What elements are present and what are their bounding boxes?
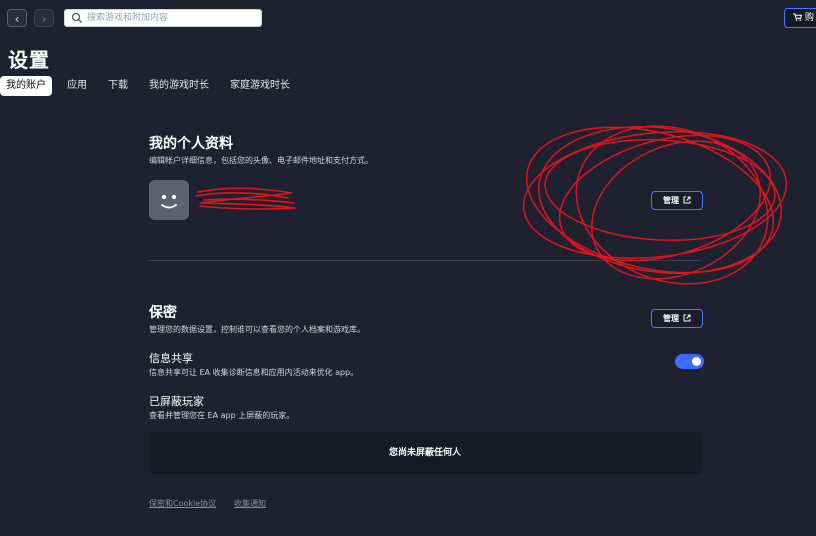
search-icon — [71, 12, 82, 23]
section-divider — [149, 260, 701, 261]
privacy-description: 管理您的数据设置，控制谁可以查看您的个人档案和游戏库。 — [149, 325, 365, 334]
profile-title: 我的个人资料 — [149, 136, 233, 152]
chevron-right-icon: › — [41, 12, 47, 26]
info-sharing-toggle[interactable] — [675, 354, 704, 369]
tab-downloads[interactable]: 下载 — [108, 76, 128, 96]
avatar-face-icon — [161, 194, 177, 209]
tab-app[interactable]: 应用 — [67, 76, 87, 96]
privacy-manage-button[interactable]: 管理 — [651, 309, 703, 328]
avatar[interactable] — [149, 180, 189, 220]
external-link-icon — [683, 314, 691, 322]
toggle-knob — [692, 357, 701, 366]
tab-my-playtime[interactable]: 我的游戏时长 — [149, 76, 209, 96]
collection-notice-link[interactable]: 收集通知 — [234, 498, 266, 509]
tab-my-account[interactable]: 我的账户 — [0, 76, 52, 96]
external-link-icon — [683, 196, 691, 204]
blocked-players-title: 已屏蔽玩家 — [149, 395, 204, 408]
tab-family-playtime[interactable]: 家庭游戏时长 — [230, 76, 290, 96]
blocked-empty-text: 您尚未屏蔽任何人 — [388, 448, 461, 458]
store-button[interactable]: 购 — [784, 8, 816, 28]
chevron-left-icon: ‹ — [14, 12, 20, 26]
blocked-players-description: 查看并管理您在 EA app 上屏蔽的玩家。 — [149, 411, 295, 420]
info-sharing-title: 信息共享 — [149, 352, 193, 365]
back-button[interactable]: ‹ — [7, 9, 27, 27]
page-title: 设置 — [8, 48, 50, 72]
privacy-cookie-link[interactable]: 保密和Cookie协议 — [149, 498, 216, 509]
search-input[interactable] — [87, 11, 255, 25]
profile-description: 编辑帐户详细信息，包括您的头像、电子邮件地址和支付方式。 — [149, 156, 373, 165]
profile-manage-button[interactable]: 管理 — [651, 191, 703, 210]
privacy-title: 保密 — [149, 305, 177, 321]
info-sharing-description: 信息共享可让 EA 收集诊断信息和应用内活动来优化 app。 — [149, 368, 359, 377]
blocked-players-empty-box: 您尚未屏蔽任何人 — [149, 432, 701, 474]
search-box[interactable] — [64, 9, 262, 27]
cart-icon — [793, 13, 803, 21]
store-label: 购 — [804, 13, 814, 23]
forward-button[interactable]: › — [34, 9, 54, 27]
